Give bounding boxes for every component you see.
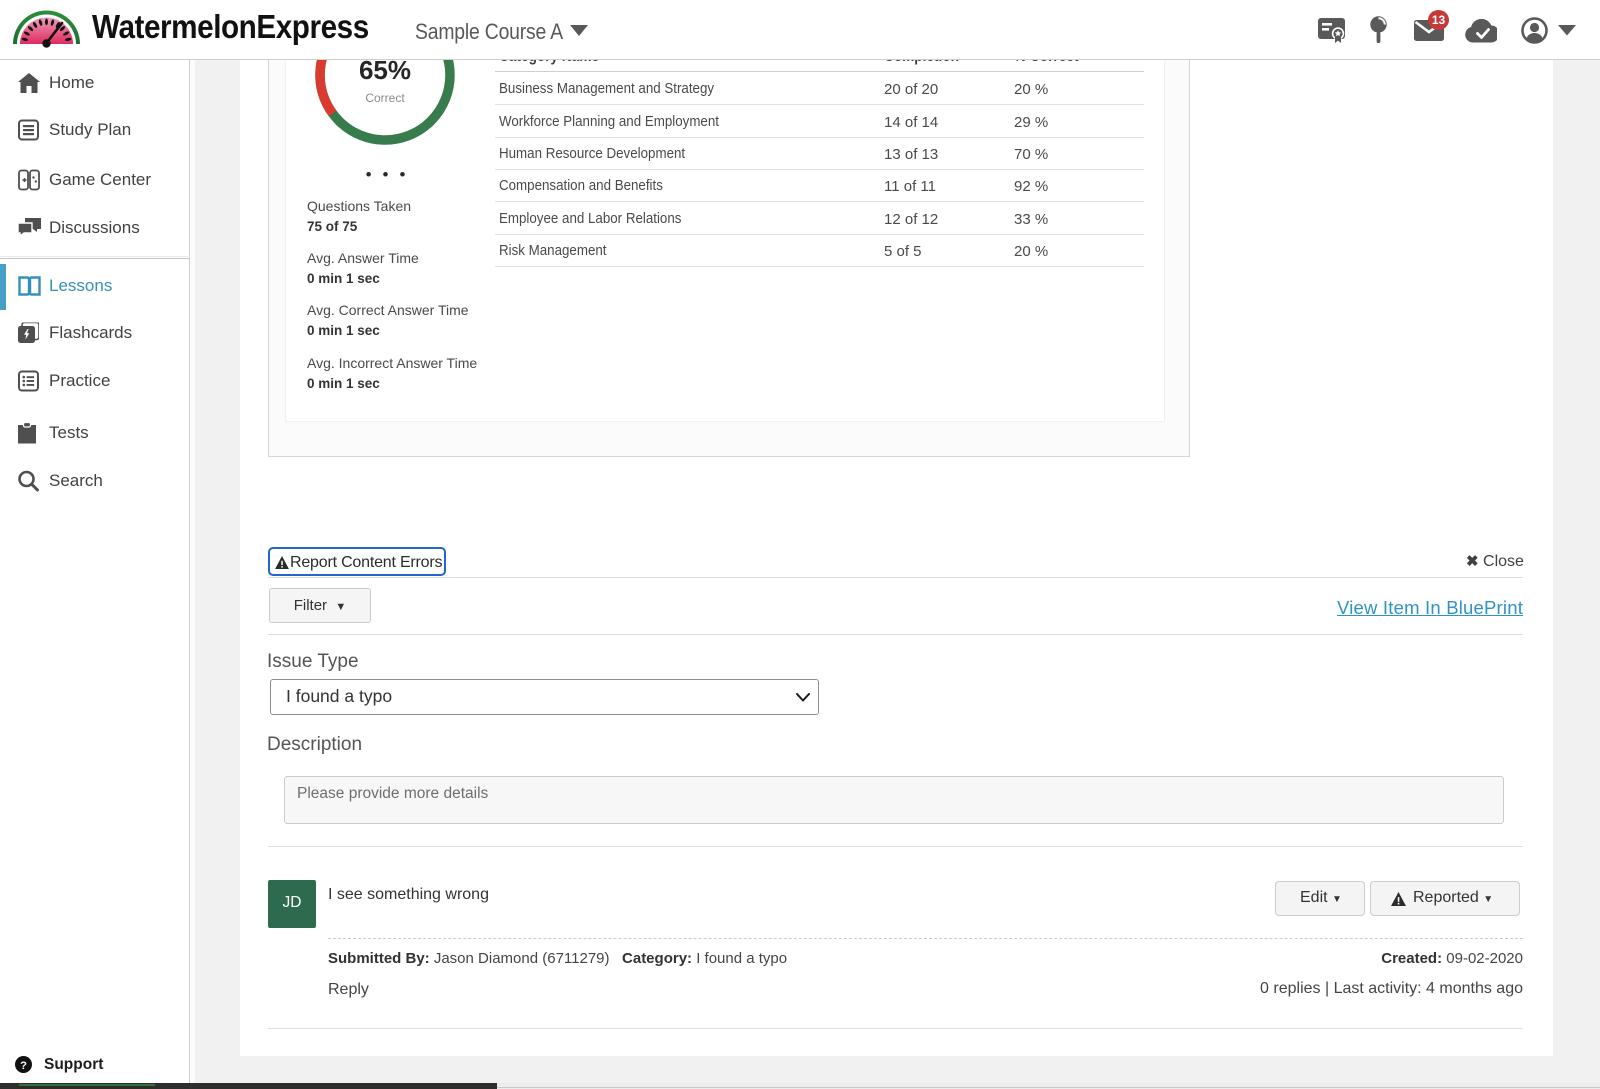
svg-text:?: ?	[20, 1060, 27, 1072]
svg-text:13: 13	[1432, 13, 1446, 27]
